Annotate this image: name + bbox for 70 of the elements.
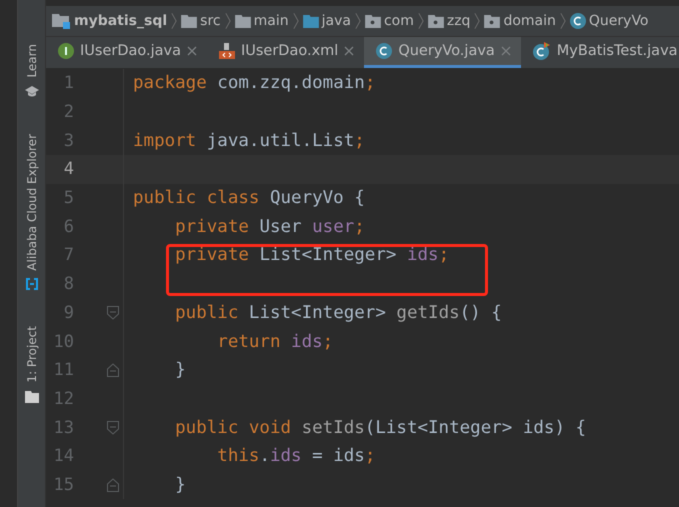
breadcrumb-item[interactable]: src [181, 13, 221, 29]
tool-window-button[interactable]: 1: Project [24, 326, 38, 383]
tool-window-button[interactable]: Learn [24, 44, 38, 78]
folder-icon [234, 14, 251, 28]
close-icon[interactable] [344, 46, 354, 56]
line-number: 15 [52, 474, 74, 495]
close-icon[interactable] [186, 46, 197, 56]
folder-icon [302, 14, 319, 28]
line-number: 4 [62, 159, 74, 180]
line-number: 1 [62, 73, 74, 94]
chevron-icon [224, 11, 231, 31]
code-line: public List<Integer> getIds() { [174, 302, 502, 323]
line-number: 3 [62, 130, 74, 151]
fold-marker-icon[interactable] [107, 420, 119, 435]
class-icon [570, 13, 586, 29]
file-tab[interactable]: MyBatisTest.java [520, 37, 679, 68]
folder-icon [24, 390, 38, 403]
xml-file-icon [218, 43, 235, 59]
graduation-cap-icon [24, 86, 38, 98]
code-line: private List<Integer> ids; [174, 245, 450, 266]
breadcrumb-item[interactable]: QueryVo [570, 13, 648, 29]
file-tab[interactable]: QueryVo.java [364, 37, 521, 68]
folder-icon [181, 14, 198, 28]
code-line: } [174, 474, 186, 495]
chevron-icon [171, 11, 178, 31]
line-number: 10 [52, 332, 74, 352]
tool-window-button[interactable]: Alibaba Cloud Explorer [24, 134, 38, 270]
code-line: private User user; [174, 216, 365, 237]
chevron-icon [292, 11, 299, 31]
test-class-icon [532, 42, 551, 60]
breadcrumb-item[interactable]: com [364, 13, 414, 29]
fold-marker-icon[interactable] [107, 363, 119, 378]
module-folder-icon [52, 13, 71, 29]
line-number: 11 [52, 360, 74, 380]
line-number: 13 [52, 418, 74, 438]
code-line: return ids; [216, 332, 334, 352]
line-number: 5 [62, 188, 74, 208]
line-number: 2 [62, 102, 74, 122]
code-line: package com.zzq.domain; [133, 73, 376, 94]
file-tab[interactable]: IUserDao.java [46, 37, 207, 68]
line-number: 9 [62, 302, 74, 323]
code-line: this.ids = ids; [216, 446, 376, 466]
line-number: 7 [62, 245, 74, 266]
package-folder-icon [484, 14, 500, 28]
line-number: 12 [52, 388, 74, 409]
fold-marker-icon[interactable] [107, 478, 119, 492]
breadcrumb-item[interactable]: main [234, 13, 289, 29]
line-number: 8 [62, 274, 74, 294]
fold-marker-icon[interactable] [107, 306, 119, 320]
chevron-icon [474, 11, 480, 31]
chevron-icon [354, 11, 361, 31]
code-line: import java.util.List; [133, 130, 365, 151]
package-folder-icon [364, 14, 381, 28]
interface-icon [58, 43, 74, 59]
chevron-icon [418, 11, 424, 31]
cloud-bracket-icon [24, 278, 38, 290]
breadcrumb-item[interactable]: zzq [428, 13, 470, 29]
chevron-icon [560, 11, 566, 31]
line-number: 6 [62, 216, 74, 237]
file-tab[interactable]: IUserDao.xml [206, 37, 364, 68]
breadcrumb-item[interactable]: domain [484, 13, 556, 29]
package-folder-icon [428, 14, 444, 28]
breadcrumb-item[interactable]: java [302, 13, 351, 29]
code-line: public void setIds(List<Integer> ids) { [174, 418, 586, 438]
breadcrumb-item[interactable]: mybatis_sql [52, 13, 168, 29]
line-number: 14 [52, 446, 74, 466]
class-icon [376, 43, 392, 59]
code-line: } [174, 360, 186, 380]
close-icon[interactable] [500, 46, 511, 56]
code-line: public class QueryVo { [133, 188, 365, 208]
